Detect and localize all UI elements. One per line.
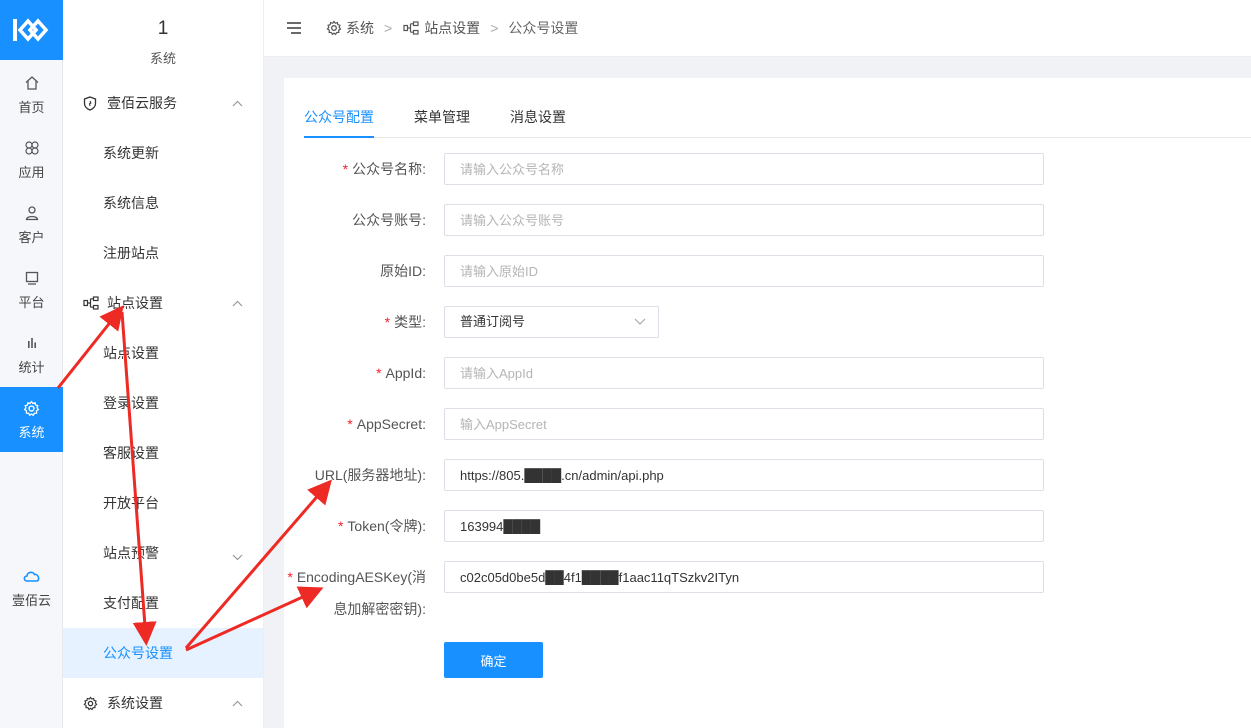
rail-label: 统计 bbox=[18, 360, 45, 375]
home-icon bbox=[24, 73, 40, 93]
confirm-button[interactable]: 确定 bbox=[444, 642, 543, 678]
gear-icon bbox=[23, 398, 40, 418]
sidebar-header: 1 系统 bbox=[63, 0, 263, 78]
rail-item-cloud[interactable]: 壹佰云 bbox=[0, 555, 63, 620]
type-select[interactable]: 普通订阅号 bbox=[444, 306, 659, 338]
form-row-appid: * AppId: bbox=[284, 357, 1251, 389]
cloud-icon bbox=[22, 566, 42, 586]
sidebar-group-label: 系统设置 bbox=[107, 695, 163, 711]
monitor-icon bbox=[24, 268, 40, 288]
tab-menu-management[interactable]: 菜单管理 bbox=[414, 102, 470, 138]
field-label: 公众号账号: bbox=[352, 212, 426, 228]
menu-toggle-icon[interactable] bbox=[286, 21, 302, 35]
chevron-up-icon bbox=[232, 696, 243, 710]
sidebar-item-payment-config[interactable]: 支付配置 bbox=[63, 578, 263, 628]
sidebar-header-number: 1 bbox=[157, 18, 169, 39]
field-label: * AppId: bbox=[376, 365, 426, 381]
tab-bar: 公众号配置 菜单管理 消息设置 bbox=[304, 102, 1251, 138]
main-card: 公众号配置 菜单管理 消息设置 *公众号名称: 公众号账号: 原始ID: *类型… bbox=[284, 78, 1251, 728]
shield-icon bbox=[83, 95, 101, 111]
rail-label: 首页 bbox=[18, 100, 45, 115]
origin-id-input[interactable] bbox=[444, 255, 1044, 287]
appid-input[interactable] bbox=[444, 357, 1044, 389]
server-url-input[interactable] bbox=[444, 459, 1044, 491]
rail-item-customer[interactable]: 客户 bbox=[0, 192, 63, 257]
sidebar-group-system-settings[interactable]: 系统设置 bbox=[63, 678, 263, 728]
tab-message-settings[interactable]: 消息设置 bbox=[510, 102, 566, 138]
field-label: * Token(令牌): bbox=[337, 518, 426, 534]
sidebar-group-label: 站点设置 bbox=[107, 295, 163, 311]
rail-label: 应用 bbox=[18, 165, 45, 180]
rail-label: 系统 bbox=[18, 425, 45, 440]
type-select-value: 普通订阅号 bbox=[460, 314, 526, 329]
sidebar-item-site-alert[interactable]: 站点预警 bbox=[63, 528, 263, 578]
sidebar-item-system-update[interactable]: 系统更新 bbox=[63, 128, 263, 178]
sidebar-item-open-platform[interactable]: 开放平台 bbox=[63, 478, 263, 528]
field-label: * 类型: bbox=[384, 314, 426, 330]
form-row-appsecret: * AppSecret: bbox=[284, 408, 1251, 440]
chevron-down-icon bbox=[232, 548, 243, 564]
breadcrumb-item-current: 公众号设置 bbox=[508, 20, 579, 36]
user-icon bbox=[24, 203, 40, 223]
token-input[interactable] bbox=[444, 510, 1044, 542]
tab-wechat-config[interactable]: 公众号配置 bbox=[304, 102, 374, 138]
field-label: * 公众号名称: bbox=[342, 161, 426, 177]
sidebar-header-label: 系统 bbox=[149, 51, 176, 66]
gear-icon bbox=[326, 20, 342, 36]
rail-item-home[interactable]: 首页 bbox=[0, 62, 63, 127]
logo[interactable] bbox=[0, 0, 63, 60]
form-row-origin-id: 原始ID: bbox=[284, 255, 1251, 287]
sidebar-item-site-settings[interactable]: 站点设置 bbox=[63, 328, 263, 378]
sidebar-item-wechat-settings[interactable]: 公众号设置 bbox=[63, 628, 263, 678]
field-label: * AppSecret: bbox=[347, 416, 426, 432]
sitemap-icon bbox=[83, 296, 101, 310]
field-label: 原始ID: bbox=[380, 263, 426, 279]
breadcrumb: 系统 > 站点设置 > 公众号设置 bbox=[326, 18, 578, 38]
rail-item-stats[interactable]: 统计 bbox=[0, 322, 63, 387]
chevron-up-icon bbox=[232, 296, 243, 310]
form-row-token: * Token(令牌): bbox=[284, 510, 1251, 542]
sidebar-item-login-settings[interactable]: 登录设置 bbox=[63, 378, 263, 428]
sidebar-group-site-settings[interactable]: 站点设置 bbox=[63, 278, 263, 328]
breadcrumb-item-site-settings[interactable]: 站点设置 bbox=[424, 18, 480, 38]
field-label: * EncodingAESKey(消 bbox=[287, 569, 426, 585]
form-row-type: * 类型: 普通订阅号 bbox=[284, 306, 1251, 338]
rail-label: 客户 bbox=[18, 230, 45, 245]
chevron-up-icon bbox=[232, 96, 243, 110]
rail-label: 壹佰云 bbox=[11, 593, 51, 608]
sidebar-item-label: 站点预警 bbox=[103, 545, 159, 561]
sidebar-item-register-site[interactable]: 注册站点 bbox=[63, 228, 263, 278]
breadcrumb-separator: > bbox=[384, 20, 393, 36]
rail-item-system[interactable]: 系统 bbox=[0, 387, 63, 452]
appsecret-input[interactable] bbox=[444, 408, 1044, 440]
top-header: 系统 > 站点设置 > 公众号设置 bbox=[264, 0, 1251, 57]
encoding-aes-key-input[interactable] bbox=[444, 561, 1044, 593]
form-row-account: 公众号账号: bbox=[284, 204, 1251, 236]
icon-rail: 首页 应用 客户 平台 统计 系统 壹佰云 bbox=[0, 0, 63, 728]
form-row-url: URL(服务器地址): bbox=[284, 459, 1251, 491]
breadcrumb-separator: > bbox=[490, 20, 499, 36]
breadcrumb-item-system[interactable]: 系统 bbox=[346, 18, 374, 38]
chevron-down-icon bbox=[634, 307, 646, 348]
field-label-continued: 息加解密密钥): bbox=[333, 601, 426, 617]
sub-sidebar: 1 系统 壹佰云服务 系统更新 系统信息 注册站点 站点设置 站点设置 登录设置… bbox=[63, 0, 264, 728]
field-label: URL(服务器地址): bbox=[314, 467, 426, 483]
rail-item-apps[interactable]: 应用 bbox=[0, 127, 63, 192]
logo-icon bbox=[12, 18, 48, 42]
rail-item-platform[interactable]: 平台 bbox=[0, 257, 63, 322]
sidebar-group-label: 壹佰云服务 bbox=[107, 95, 177, 111]
bar-chart-icon bbox=[24, 333, 40, 353]
sidebar-item-service-settings[interactable]: 客服设置 bbox=[63, 428, 263, 478]
form-row-aes-key: * EncodingAESKey(消 息加解密密钥): bbox=[284, 561, 1251, 617]
rail-label: 平台 bbox=[18, 295, 45, 310]
sidebar-group-yibaiyun[interactable]: 壹佰云服务 bbox=[63, 78, 263, 128]
gear-icon bbox=[83, 695, 101, 711]
wechat-name-input[interactable] bbox=[444, 153, 1044, 185]
apps-icon bbox=[24, 138, 40, 158]
form-row-name: * 公众号名称: bbox=[284, 153, 1251, 185]
sidebar-item-system-info[interactable]: 系统信息 bbox=[63, 178, 263, 228]
wechat-account-input[interactable] bbox=[444, 204, 1044, 236]
sitemap-icon bbox=[402, 21, 420, 35]
